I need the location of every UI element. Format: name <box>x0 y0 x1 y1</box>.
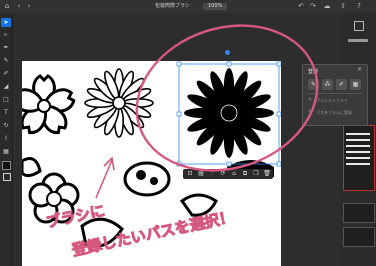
annotation-circle <box>135 24 319 172</box>
